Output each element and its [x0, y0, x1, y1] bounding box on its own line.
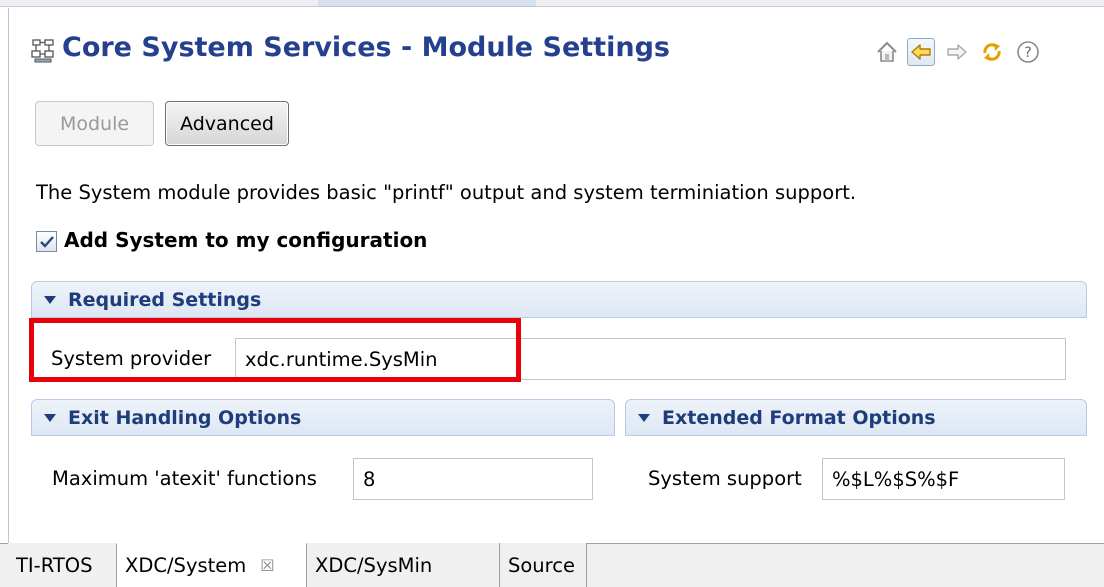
- forward-arrow-icon[interactable]: [943, 38, 971, 66]
- exit-handling-title: Exit Handling Options: [68, 406, 302, 429]
- top-strip-segment: [536, 0, 1104, 7]
- required-settings-title: Required Settings: [68, 288, 262, 311]
- tab-xdc-sysmin[interactable]: XDC/SysMin: [307, 543, 500, 587]
- tab-ti-rtos[interactable]: TI-RTOS: [8, 543, 117, 587]
- home-icon[interactable]: [873, 38, 901, 66]
- system-support-label: System support: [648, 467, 802, 490]
- left-border: [8, 8, 9, 543]
- add-system-label: Add System to my configuration: [64, 228, 428, 252]
- module-settings-icon: [30, 38, 56, 64]
- module-description: The System module provides basic "printf…: [36, 181, 857, 204]
- tab-label: XDC/SysMin: [315, 553, 433, 577]
- page-title: Core System Services - Module Settings: [62, 32, 670, 63]
- tab-label: Source: [508, 553, 575, 577]
- atexit-field[interactable]: 8: [353, 458, 593, 500]
- tab-label: XDC/System: [125, 554, 247, 577]
- svg-text:?: ?: [1024, 45, 1031, 61]
- top-strip-active-segment: [318, 0, 536, 7]
- extended-format-title: Extended Format Options: [662, 406, 936, 429]
- tab-source[interactable]: Source: [500, 543, 587, 587]
- tab-label: TI-RTOS: [16, 553, 93, 577]
- collapse-triangle-icon: [44, 295, 56, 304]
- collapse-triangle-icon: [638, 413, 650, 422]
- highlight-box: [29, 318, 521, 382]
- close-icon[interactable]: ☒: [260, 556, 274, 575]
- help-icon[interactable]: ?: [1014, 38, 1042, 66]
- tab-xdc-system[interactable]: XDC/System ☒: [116, 543, 307, 587]
- system-support-field[interactable]: %$L%$S%$F: [822, 458, 1065, 500]
- add-system-checkbox[interactable]: [36, 231, 57, 252]
- advanced-button[interactable]: Advanced: [165, 101, 289, 146]
- extended-format-header[interactable]: Extended Format Options: [625, 399, 1087, 436]
- top-strip-segment: [0, 0, 318, 7]
- atexit-label: Maximum 'atexit' functions: [52, 467, 317, 490]
- module-button[interactable]: Module: [35, 101, 154, 146]
- required-settings-header[interactable]: Required Settings: [31, 281, 1087, 318]
- sync-icon[interactable]: [978, 38, 1006, 66]
- collapse-triangle-icon: [44, 413, 56, 422]
- top-tab-strip: [0, 0, 1104, 8]
- exit-handling-header[interactable]: Exit Handling Options: [31, 399, 615, 436]
- back-arrow-icon[interactable]: [907, 38, 935, 66]
- checkmark-icon: [39, 235, 54, 248]
